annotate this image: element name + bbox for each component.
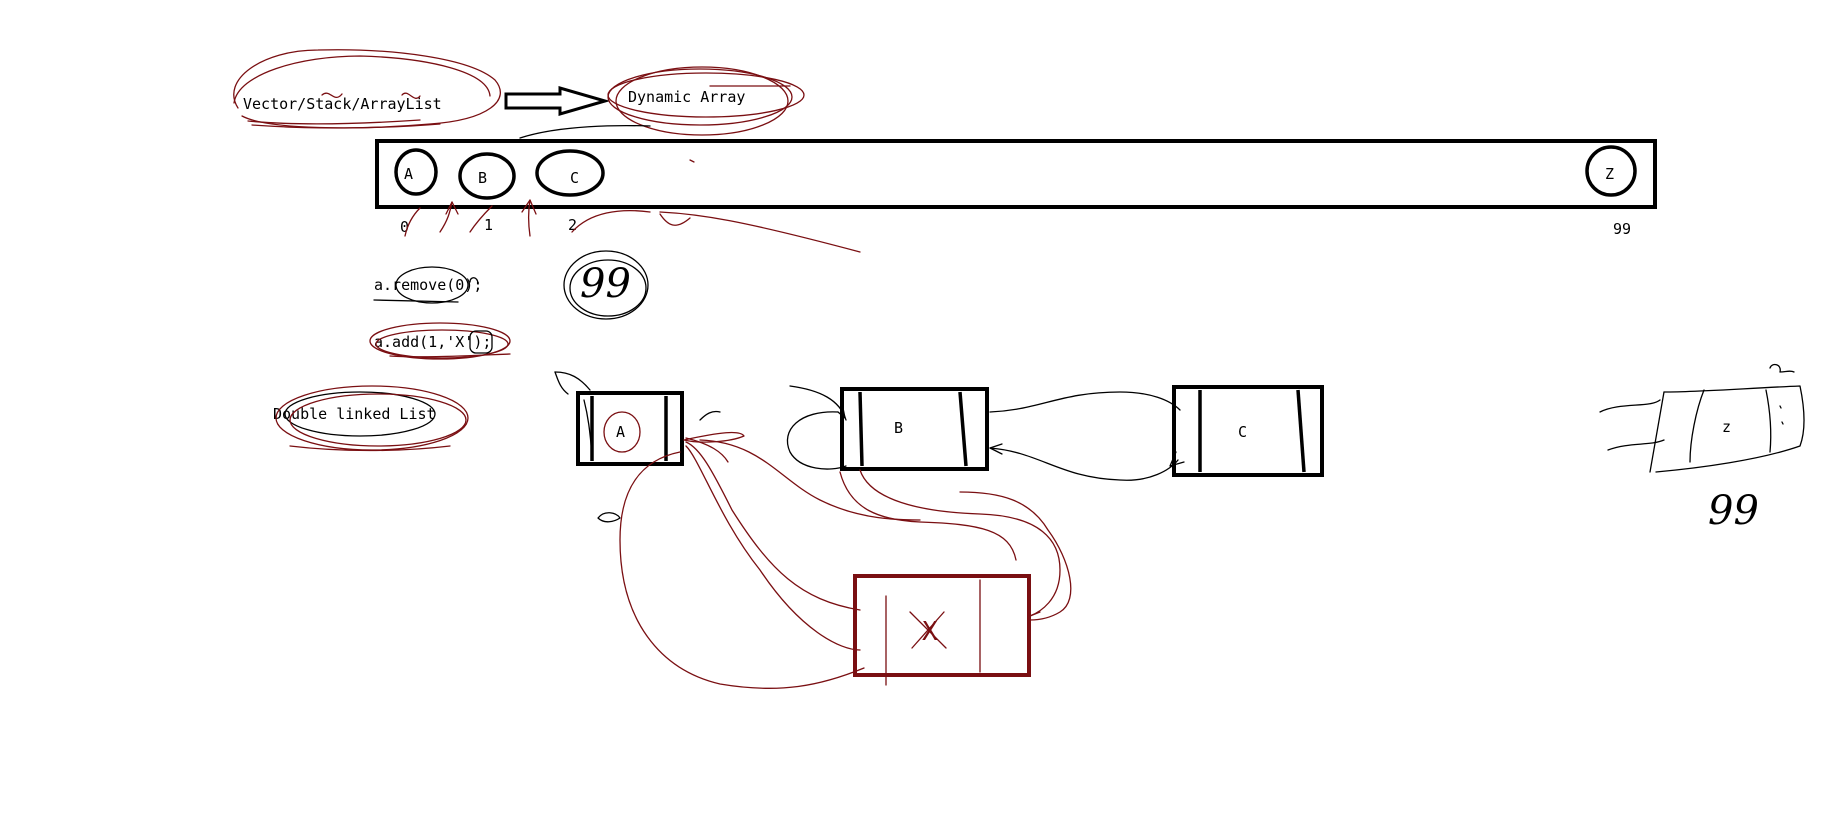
node-c-value: C xyxy=(1238,423,1247,441)
double-linked-list-label: Double linked List xyxy=(273,405,436,423)
node-b-value: B xyxy=(894,419,903,437)
count-99-scribble: 99 xyxy=(563,250,649,320)
vector-label-red-scribble xyxy=(233,49,501,129)
index-label-99: 99 xyxy=(1613,220,1631,238)
array-item-b: B xyxy=(478,169,487,187)
pointer-scribble-to-array xyxy=(519,124,651,139)
linked-node-a: A xyxy=(576,391,684,466)
dynamic-array-label: Dynamic Array xyxy=(628,88,745,106)
vector-stack-arraylist-label: Vector/Stack/ArrayList xyxy=(243,95,442,113)
array-cell-a: A xyxy=(394,148,438,196)
array-cell-c: C xyxy=(535,149,605,197)
index-label-1: 1 xyxy=(484,216,493,234)
array-cell-b: B xyxy=(458,152,516,200)
linked-node-c: C xyxy=(1172,385,1324,477)
whiteboard-canvas: Vector/Stack/ArrayList Dynamic Array A B… xyxy=(233,49,1805,690)
array-cell-z: Z xyxy=(1585,145,1637,197)
node-a-value: A xyxy=(616,423,625,441)
arrow-to-dynamic-array xyxy=(504,86,611,116)
add-call-code: a.add(1,'X'); xyxy=(374,333,491,351)
far-right-node-scribble: z 99 xyxy=(1599,363,1805,534)
node-x-value: X xyxy=(922,617,938,647)
new-node-x: X xyxy=(853,574,1031,686)
linked-node-b: B xyxy=(840,387,989,471)
array-item-a: A xyxy=(404,165,413,183)
far-right-node-z: z xyxy=(1722,418,1731,436)
far-right-99: 99 xyxy=(1708,488,1759,534)
array-item-c: C xyxy=(570,169,579,187)
scribble-99-text: 99 xyxy=(580,261,631,307)
array-item-z: Z xyxy=(1605,165,1614,183)
